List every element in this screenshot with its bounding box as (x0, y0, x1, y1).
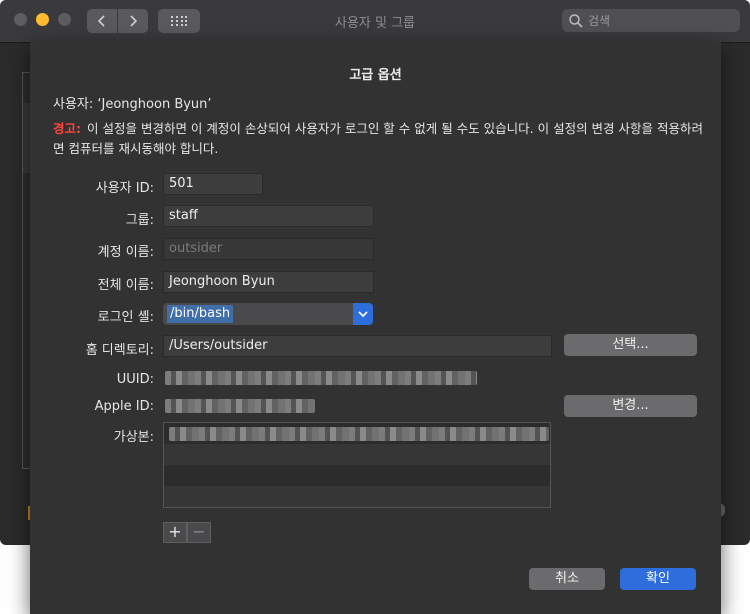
apple-id-label: Apple ID: (94, 399, 154, 414)
title-bar: 사용자 및 그룹 검색 (0, 0, 750, 43)
full-name-field[interactable]: Jeonghoon Byun (163, 271, 374, 293)
user-name-line: 사용자: ‘Jeonghoon Byun’ (53, 97, 212, 112)
list-row-empty (164, 465, 550, 486)
home-directory-field[interactable]: /Users/outsider (163, 335, 552, 357)
uuid-label: UUID: (116, 372, 154, 387)
choose-button[interactable]: 선택... (564, 334, 697, 356)
user-id-field[interactable]: 501 (163, 173, 263, 195)
uuid-value-redacted (165, 371, 477, 385)
list-item[interactable] (164, 423, 550, 444)
aliases-list[interactable] (163, 422, 551, 508)
warning-text: 이 설정을 변경하면 이 계정이 손상되어 사용자가 로그인 할 수 없게 될 … (53, 121, 703, 156)
group-field[interactable]: staff (163, 205, 374, 227)
alias-value-redacted (169, 427, 549, 441)
apple-id-value-redacted (165, 399, 315, 413)
list-row-empty (164, 444, 550, 465)
home-directory-label: 홈 디렉토리: (85, 343, 154, 358)
search-field[interactable]: 검색 (562, 9, 740, 32)
account-name-field: outsider (163, 238, 374, 260)
account-name-label: 계정 이름: (97, 245, 154, 260)
login-shell-value: /bin/bash (167, 305, 234, 323)
login-shell-popup[interactable]: /bin/bash (163, 303, 373, 325)
ok-button[interactable]: 확인 (620, 568, 696, 590)
chevron-down-icon (358, 311, 368, 318)
warning-label: 경고: (53, 121, 81, 136)
user-id-label: 사용자 ID: (95, 181, 154, 196)
remove-alias-button[interactable]: − (187, 522, 211, 543)
aliases-label: 가상본: (113, 430, 154, 445)
sheet-title: 고급 옵션 (349, 68, 402, 83)
warning-message: 경고: 이 설정을 변경하면 이 계정이 손상되어 사용자가 로그인 할 수 없게… (53, 119, 703, 159)
login-shell-label: 로그인 셸: (97, 310, 154, 325)
advanced-options-sheet: 고급 옵션 사용자: ‘Jeonghoon Byun’ 경고: 이 설정을 변경하… (30, 42, 721, 614)
cancel-button[interactable]: 취소 (529, 568, 605, 590)
list-row-empty (164, 486, 550, 507)
popup-arrow[interactable] (353, 303, 373, 325)
change-button[interactable]: 변경... (564, 395, 697, 417)
group-label: 그룹: (125, 213, 154, 228)
full-name-label: 전체 이름: (97, 278, 154, 293)
search-icon (569, 13, 583, 28)
search-placeholder: 검색 (588, 14, 611, 28)
add-alias-button[interactable]: + (163, 522, 187, 543)
